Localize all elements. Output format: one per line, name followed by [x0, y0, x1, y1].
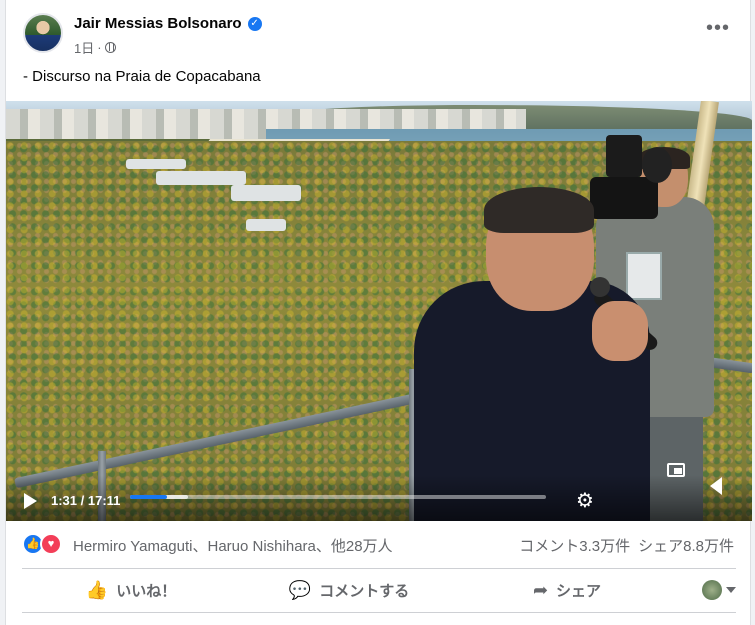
author-name[interactable]: Jair Messias Bolsonaro	[74, 15, 242, 32]
microphone-head	[590, 277, 610, 297]
video-player[interactable]: 1:31 / 17:11 ⚙	[6, 101, 752, 521]
post-caption: - Discurso na Praia de Copacabana	[23, 68, 261, 85]
post-time[interactable]: 1日	[74, 38, 94, 57]
comment-label: コメントする	[319, 582, 410, 600]
share-button[interactable]: ➦ シェア	[458, 570, 676, 610]
reaction-icons[interactable]: 👍 ♥	[22, 533, 62, 555]
video-progress-bar[interactable]	[130, 495, 546, 499]
post-meta: 1日 ·	[74, 38, 116, 57]
play-icon[interactable]	[24, 493, 37, 509]
share-count[interactable]: シェア8.8万件	[638, 535, 734, 556]
stats-divider	[22, 568, 736, 569]
video-tent	[246, 219, 286, 231]
share-label: シェア	[556, 582, 602, 600]
verified-badge-icon: ✓	[247, 16, 262, 31]
comment-count[interactable]: コメント3.3万件	[519, 535, 630, 556]
like-label: いいね！	[116, 582, 177, 600]
comment-bubble-icon: 💬	[288, 580, 312, 600]
action-bar: 👍 いいね！ 💬 コメントする ➦ シェア	[22, 570, 736, 610]
settings-gear-icon[interactable]: ⚙	[576, 491, 594, 511]
chevron-down-icon	[726, 587, 736, 593]
video-tent	[126, 159, 186, 169]
globe-icon	[104, 42, 116, 53]
video-time: 1:31 / 17:11	[51, 493, 121, 508]
speaker-hair	[484, 187, 594, 233]
picture-in-picture-icon[interactable]	[667, 463, 685, 477]
video-progress-fill	[130, 495, 167, 499]
love-reaction-icon: ♥	[40, 533, 62, 555]
video-controls: 1:31 / 17:11 ⚙	[6, 463, 752, 521]
author-row: Jair Messias Bolsonaro ✓	[74, 15, 262, 32]
video-tent	[156, 171, 246, 185]
speaker-hand	[592, 301, 648, 361]
post-card: Jair Messias Bolsonaro ✓ 1日 · ••• - Disc…	[5, 0, 752, 625]
volume-icon[interactable]	[710, 477, 722, 495]
reaction-audience-selector[interactable]	[676, 570, 736, 610]
reaction-stats: 👍 ♥ Hermiro Yamaguti、Haruo Nishihara、他28…	[6, 530, 750, 560]
share-arrow-icon: ➦	[532, 580, 549, 600]
comment-button[interactable]: 💬 コメントする	[240, 570, 458, 610]
like-button[interactable]: 👍 いいね！	[22, 570, 240, 610]
thumbs-up-icon: 👍	[85, 580, 109, 600]
user-avatar	[702, 580, 722, 600]
video-speaker	[414, 187, 674, 521]
meta-separator: ·	[97, 40, 102, 55]
actions-divider	[22, 612, 736, 613]
video-tent	[231, 185, 301, 201]
author-avatar[interactable]	[23, 13, 63, 53]
more-options-icon[interactable]: •••	[706, 18, 730, 38]
engagement-counts: コメント3.3万件 シェア8.8万件	[519, 535, 734, 556]
reactor-names[interactable]: Hermiro Yamaguti、Haruo Nishihara、他28万人	[73, 535, 393, 556]
